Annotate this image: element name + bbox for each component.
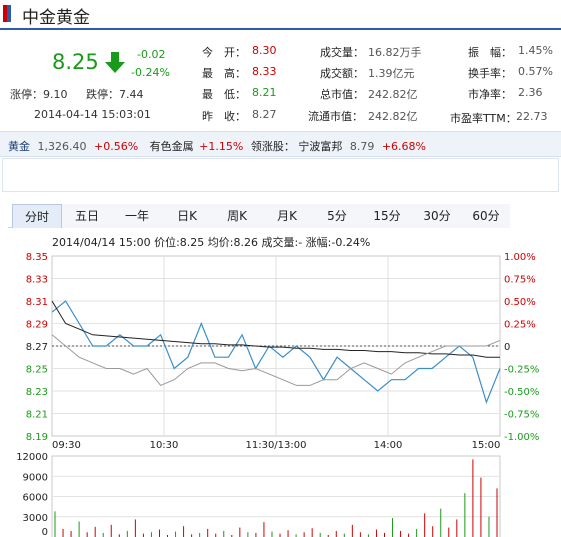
volume-tick-label: 0 <box>42 527 48 537</box>
volume-tick-label: 3000 <box>23 513 48 524</box>
x-tick-label: 15:00 <box>472 440 501 451</box>
y-tick-label-right: -0.50% <box>504 387 539 398</box>
y-tick-label-left: 8.33 <box>26 275 48 286</box>
intraday-chart[interactable]: 8.35 1.00% 8.33 0.75% 8.31 0.50% 8.29 0.25% 8.27… <box>0 0 561 537</box>
volume-tick-label: 12000 <box>16 452 48 463</box>
x-tick-label: 14:00 <box>374 440 403 451</box>
x-tick-label: 10:30 <box>150 440 179 451</box>
x-tick-label: 11:30/13:00 <box>245 440 306 451</box>
y-tick-label-left: 8.27 <box>26 342 48 353</box>
volume-tick-label: 9000 <box>23 472 48 483</box>
y-tick-label-left: 8.29 <box>26 320 48 331</box>
y-tick-label-right: 0.50% <box>504 297 536 308</box>
y-tick-label-left: 8.35 <box>26 252 48 263</box>
y-tick-label-left: 8.21 <box>26 410 48 421</box>
y-tick-label-right: -0.75% <box>504 410 539 421</box>
y-tick-label-left: 8.31 <box>26 297 48 308</box>
y-tick-label-left: 8.19 <box>26 432 48 443</box>
y-tick-label-left: 8.23 <box>26 387 48 398</box>
y-tick-label-right: 0.75% <box>504 275 536 286</box>
y-tick-label-right: 0 <box>504 342 510 353</box>
y-tick-label-left: 8.25 <box>26 365 48 376</box>
volume-tick-label: 6000 <box>23 493 48 504</box>
y-tick-label-right: 0.25% <box>504 320 536 331</box>
x-tick-label: 09:30 <box>52 440 81 451</box>
y-tick-label-right: 1.00% <box>504 252 536 263</box>
y-tick-label-right: -0.25% <box>504 365 539 376</box>
y-tick-label-right: -1.00% <box>504 432 539 443</box>
